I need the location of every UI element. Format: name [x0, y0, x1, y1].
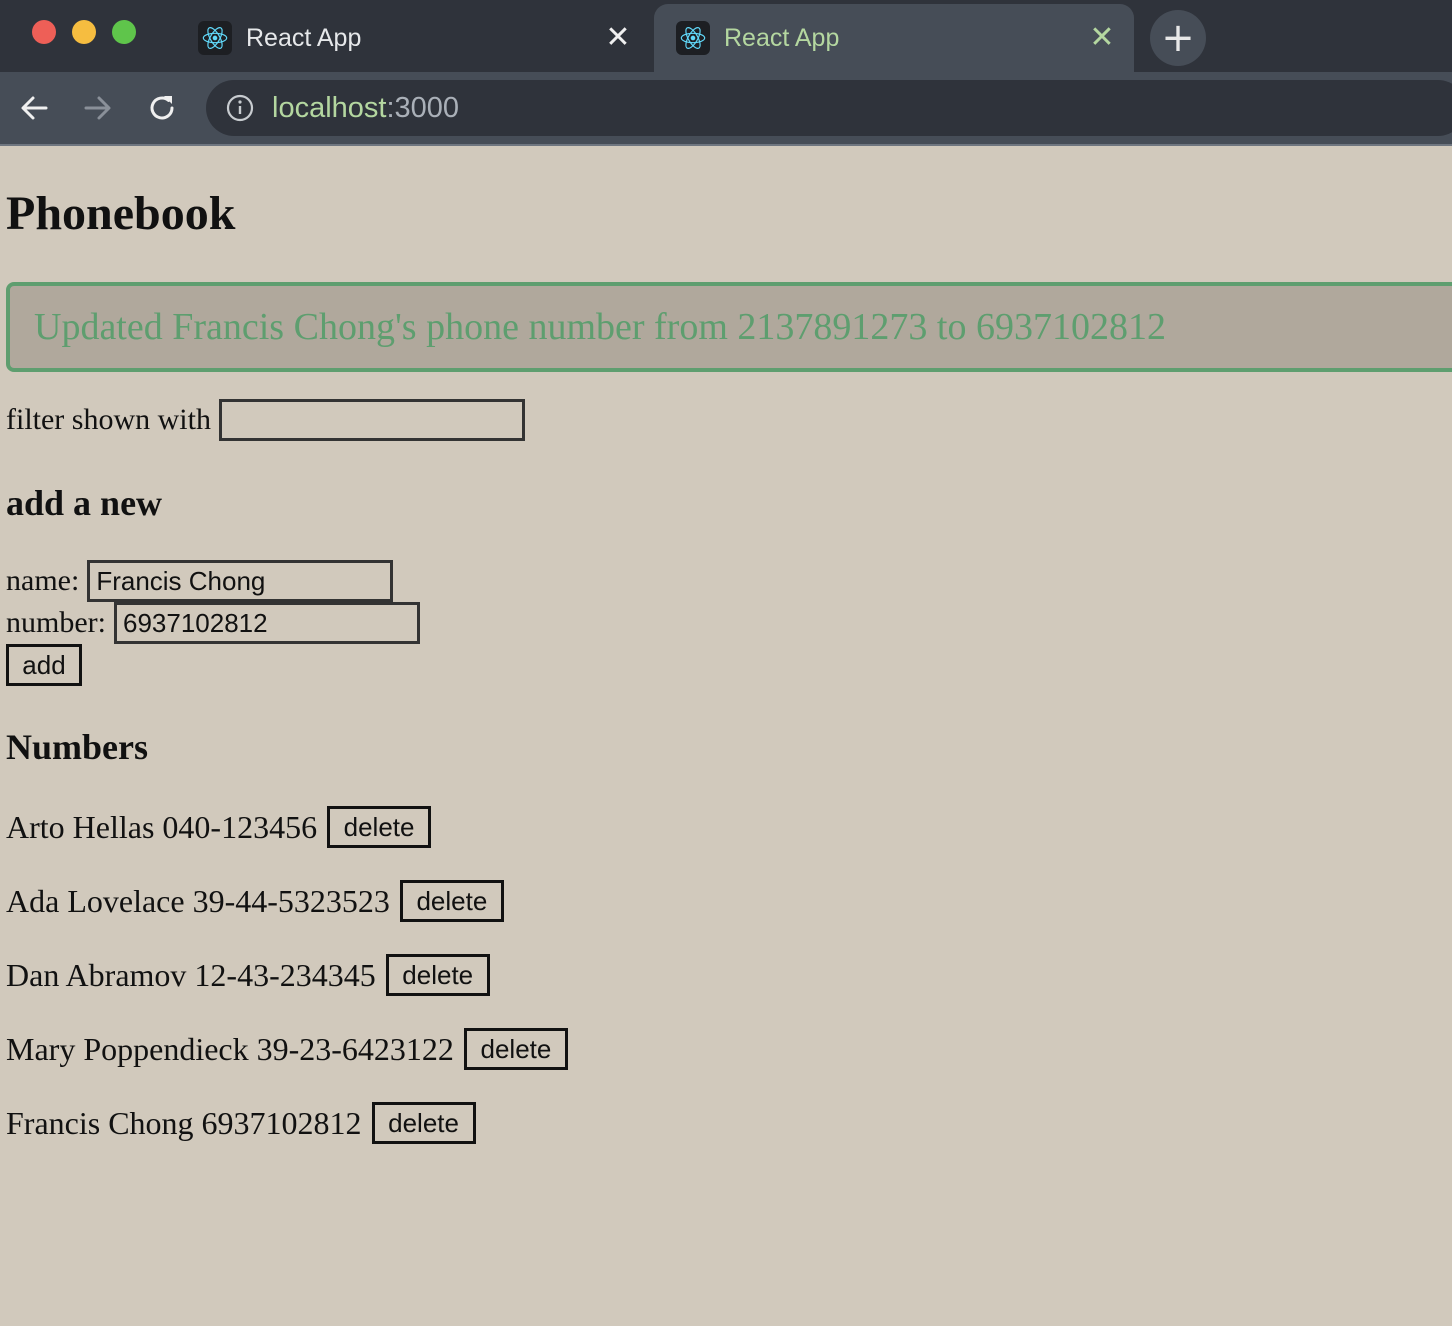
person-entry: Francis Chong 6937102812	[6, 1104, 362, 1141]
person-item: Ada Lovelace 39-44-5323523 delete	[6, 880, 504, 922]
notification-message: Updated Francis Chong's phone number fro…	[34, 306, 1166, 348]
success-notification: Updated Francis Chong's phone number fro…	[6, 282, 1452, 372]
person-item: Francis Chong 6937102812 delete	[6, 1102, 476, 1144]
info-icon[interactable]	[226, 94, 254, 122]
filter-row: filter shown with	[6, 399, 525, 441]
delete-button[interactable]: delete	[463, 1028, 568, 1070]
tab-title: React App	[724, 23, 840, 52]
browser-tab-bar: React App ✕ React App ✕ +	[0, 0, 1452, 72]
name-input[interactable]	[87, 560, 394, 602]
browser-tab-2[interactable]: React App ✕	[654, 4, 1134, 72]
add-new-heading: add a new	[6, 483, 163, 523]
person-entry: Dan Abramov 12-43-234345	[6, 956, 376, 993]
react-logo-icon	[198, 21, 232, 55]
delete-button[interactable]: delete	[399, 880, 504, 922]
person-item: Mary Poppendieck 39-23-6423122 delete	[6, 1028, 568, 1070]
url-port: :3000	[386, 91, 460, 124]
address-bar[interactable]: localhost:3000	[206, 80, 1452, 136]
number-label: number:	[6, 606, 106, 639]
toolbar-divider	[0, 144, 1452, 146]
person-item: Dan Abramov 12-43-234345 delete	[6, 954, 490, 996]
close-tab-icon[interactable]: ✕	[1082, 18, 1122, 58]
react-logo-icon	[676, 21, 710, 55]
browser-tab-1[interactable]: React App ✕	[180, 4, 650, 72]
number-row: number:	[6, 602, 420, 644]
person-entry: Mary Poppendieck 39-23-6423122	[6, 1030, 454, 1067]
new-tab-button[interactable]: +	[1150, 10, 1206, 66]
maximize-window-button[interactable]	[112, 20, 136, 44]
page-title: Phonebook	[6, 187, 236, 240]
delete-button[interactable]: delete	[385, 954, 490, 996]
url-host: localhost	[272, 91, 387, 124]
browser-toolbar: localhost:3000	[0, 72, 1452, 144]
forward-arrow-icon[interactable]	[76, 86, 120, 130]
minimize-window-button[interactable]	[72, 20, 96, 44]
delete-button[interactable]: delete	[327, 806, 432, 848]
name-row: name:	[6, 560, 394, 602]
filter-label: filter shown with	[6, 403, 211, 436]
delete-button[interactable]: delete	[371, 1102, 476, 1144]
reload-icon[interactable]	[140, 86, 184, 130]
back-arrow-icon[interactable]	[12, 86, 56, 130]
numbers-heading: Numbers	[6, 727, 148, 767]
person-entry: Arto Hellas 040-123456	[6, 808, 318, 845]
person-item: Arto Hellas 040-123456 delete	[6, 806, 432, 848]
tab-title: React App	[246, 23, 362, 52]
person-entry: Ada Lovelace 39-44-5323523	[6, 882, 390, 919]
close-tab-icon[interactable]: ✕	[598, 18, 638, 58]
filter-input[interactable]	[218, 399, 525, 441]
number-input[interactable]	[113, 602, 420, 644]
name-label: name:	[6, 564, 80, 597]
close-window-button[interactable]	[32, 20, 56, 44]
add-button[interactable]: add	[6, 644, 82, 686]
